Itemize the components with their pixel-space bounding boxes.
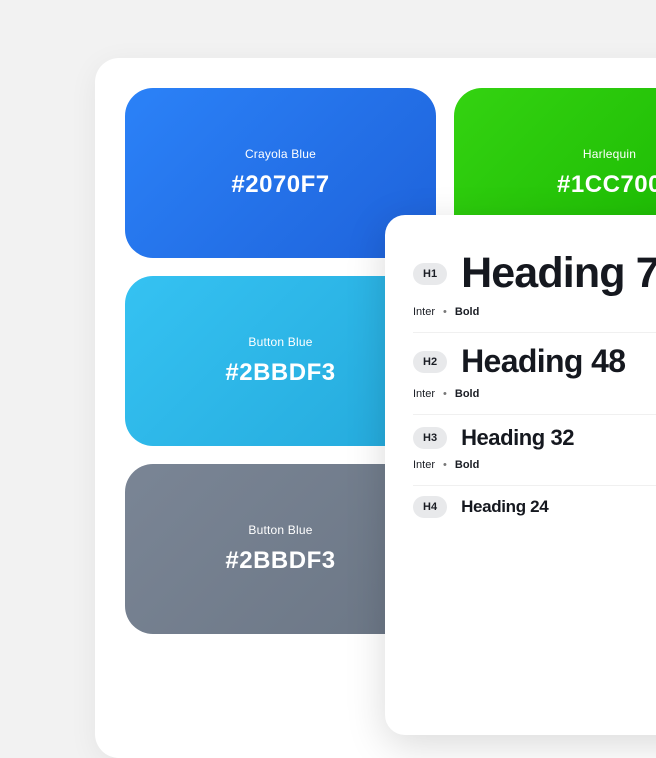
typography-row-h3: H3 Heading 32 Inter • Bold	[413, 415, 656, 486]
typography-card: H1 Heading 72 Inter • Bold H2 Heading 48…	[385, 215, 656, 735]
heading-badge: H2	[413, 351, 447, 373]
typography-row-h4: H4 Heading 24	[413, 486, 656, 532]
color-name: Crayola Blue	[245, 147, 316, 161]
font-name: Inter	[413, 388, 435, 400]
separator-dot-icon: •	[443, 388, 447, 400]
heading-badge: H3	[413, 427, 447, 449]
typography-row-h1: H1 Heading 72 Inter • Bold	[413, 239, 656, 333]
color-hex: #2070F7	[231, 171, 329, 199]
heading-sample: Heading 48	[461, 343, 625, 380]
typography-meta: Inter • Bold	[413, 306, 656, 318]
heading-sample: Heading 24	[461, 497, 548, 517]
typography-meta: Inter • Bold	[413, 388, 656, 400]
heading-badge: H4	[413, 496, 447, 518]
color-name: Button Blue	[248, 335, 312, 349]
typography-row-h2: H2 Heading 48 Inter • Bold	[413, 333, 656, 415]
font-name: Inter	[413, 459, 435, 471]
color-hex: #1CC700	[557, 171, 656, 199]
heading-sample: Heading 32	[461, 425, 574, 451]
separator-dot-icon: •	[443, 459, 447, 471]
color-hex: #2BBDF3	[225, 359, 335, 387]
color-name: Button Blue	[248, 523, 312, 537]
font-weight: Bold	[455, 388, 479, 400]
font-weight: Bold	[455, 459, 479, 471]
font-name: Inter	[413, 306, 435, 318]
typography-meta: Inter • Bold	[413, 459, 656, 471]
separator-dot-icon: •	[443, 306, 447, 318]
color-name: Harlequin	[583, 147, 636, 161]
font-weight: Bold	[455, 306, 479, 318]
heading-badge: H1	[413, 263, 447, 285]
heading-sample: Heading 72	[461, 249, 656, 298]
color-hex: #2BBDF3	[225, 547, 335, 575]
